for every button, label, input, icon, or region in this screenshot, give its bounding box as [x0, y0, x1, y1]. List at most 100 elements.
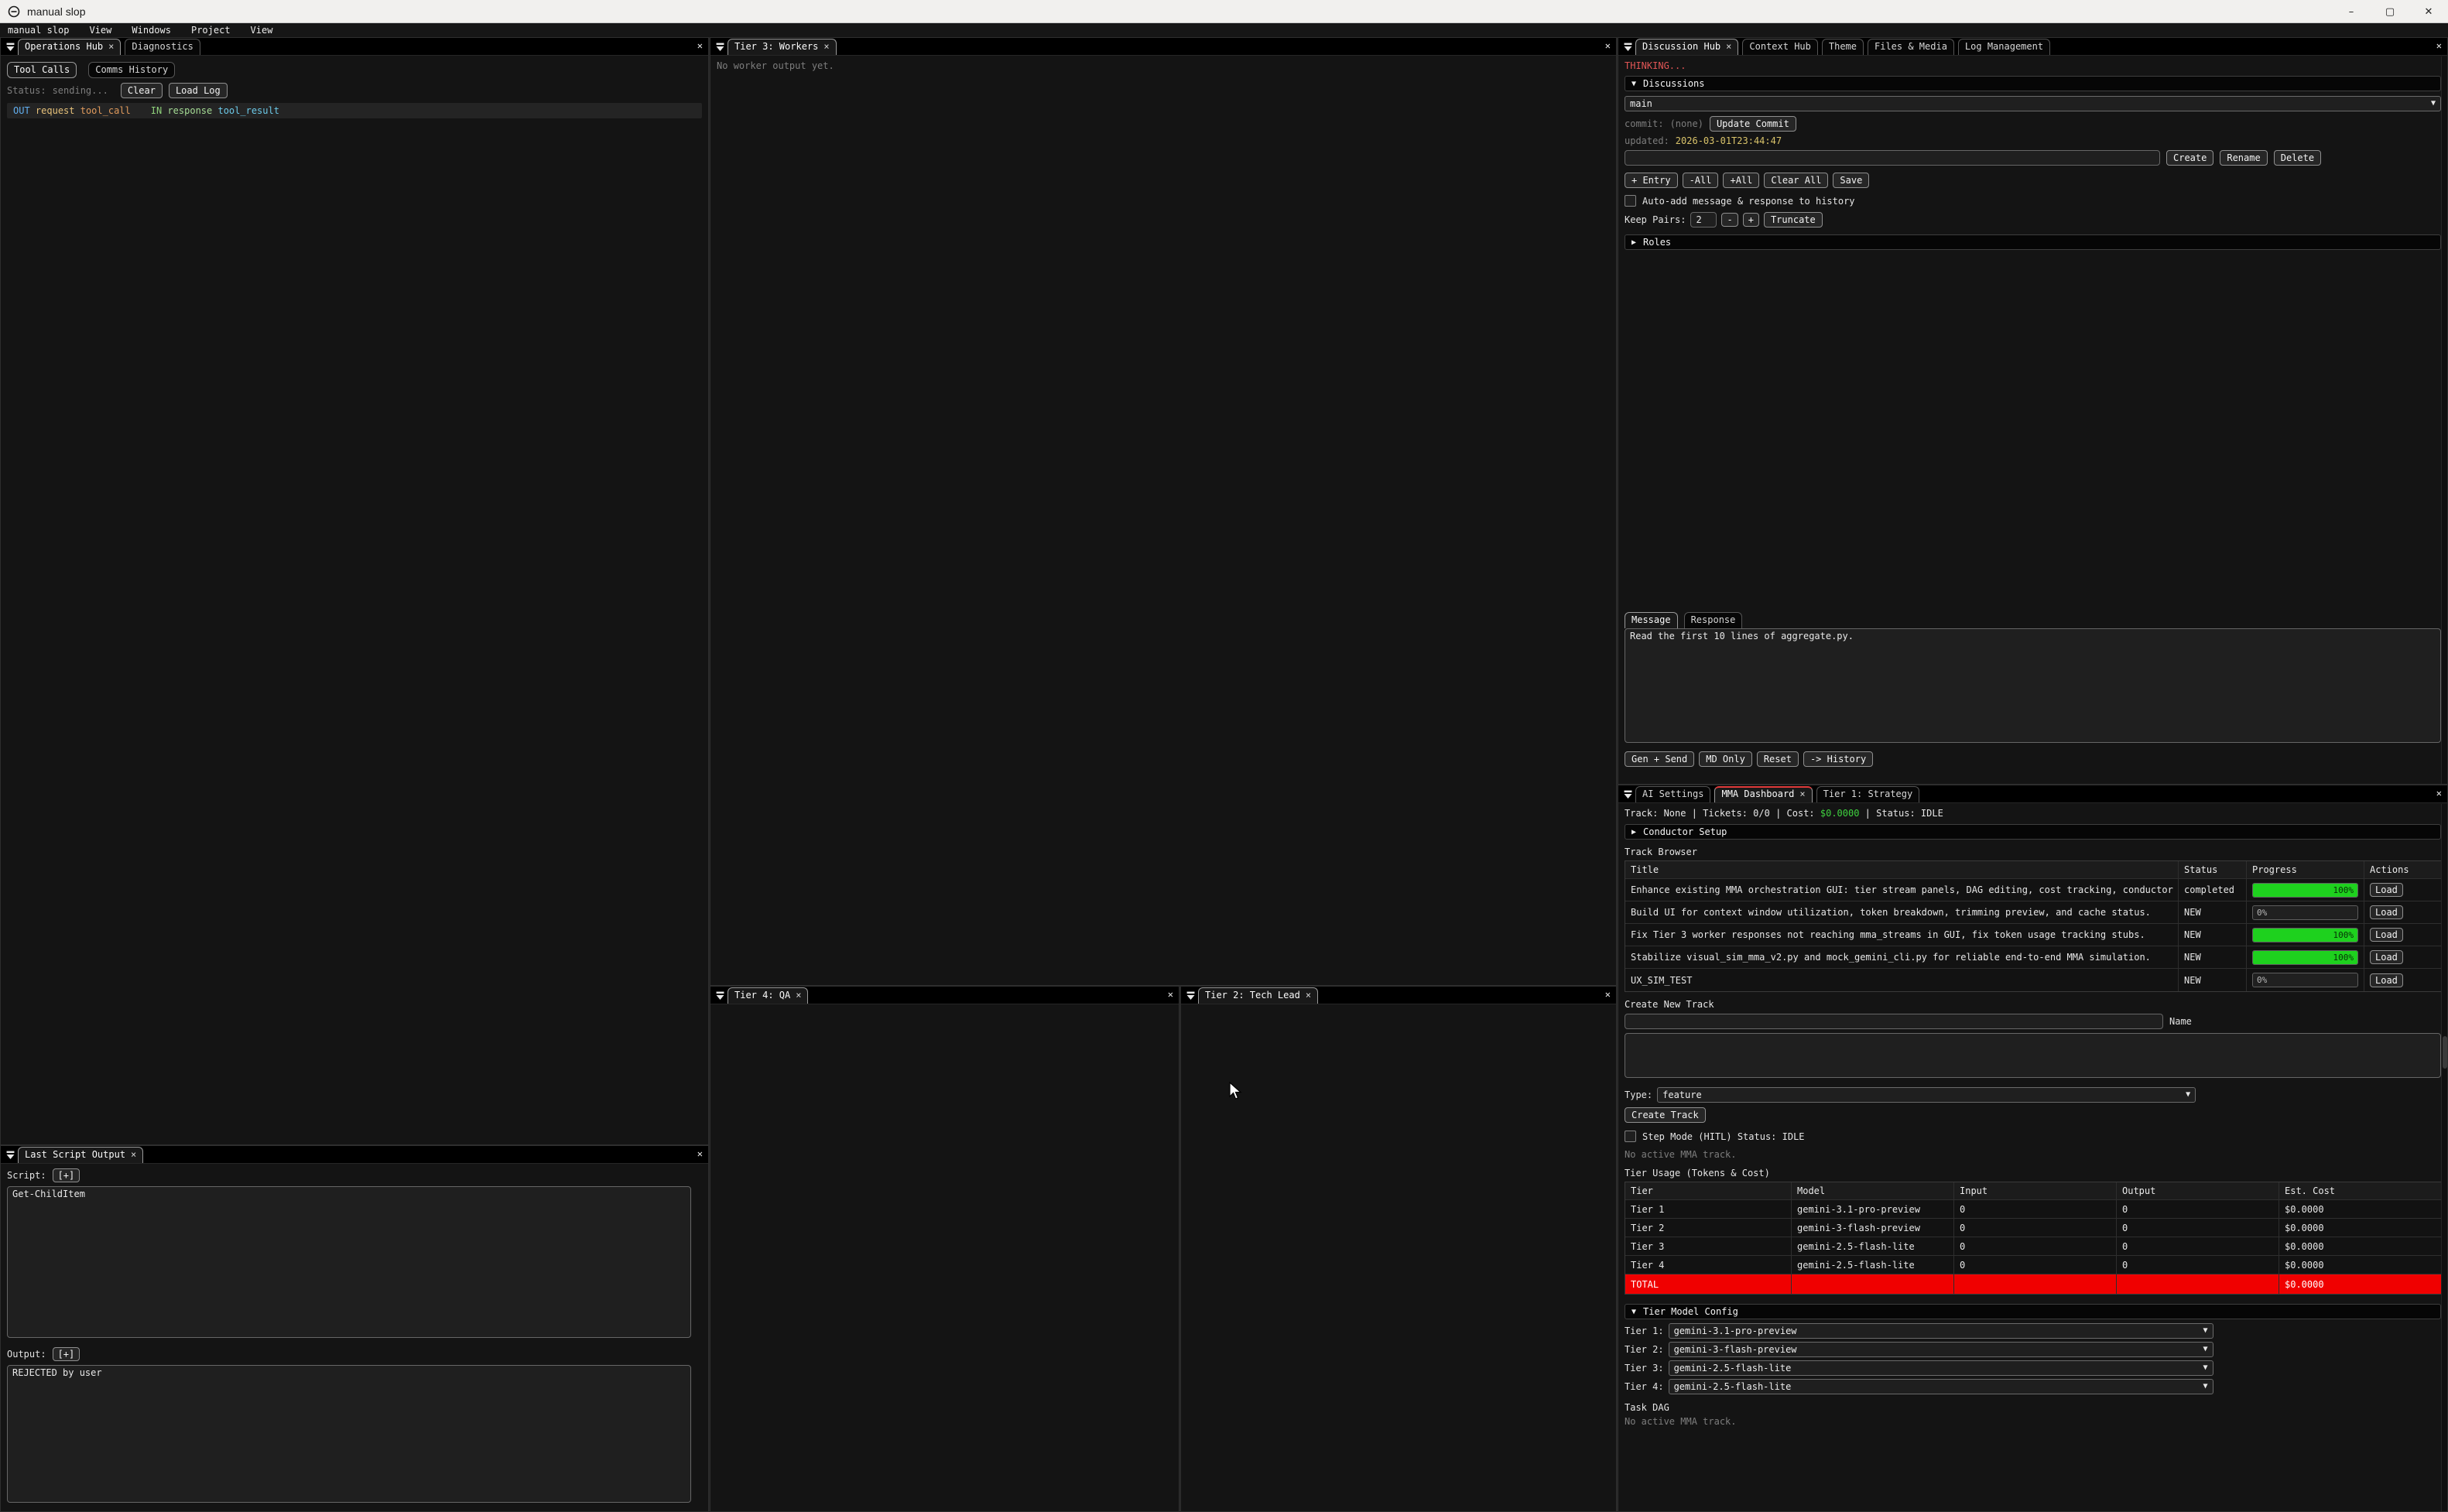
load-track-button[interactable]: Load: [2370, 950, 2403, 964]
load-track-button[interactable]: Load: [2370, 973, 2403, 987]
tab-log-management[interactable]: Log Management: [1958, 39, 2050, 55]
chevron-down-icon: ▼: [2203, 1345, 2208, 1353]
tool-call-log-row[interactable]: OUT request tool_call IN response tool_r…: [7, 103, 702, 118]
tab-comms-history[interactable]: Comms History: [88, 62, 175, 78]
window-menu-icon[interactable]: [2, 39, 18, 55]
window-menu-icon[interactable]: [712, 987, 728, 1004]
menu-item-project[interactable]: Project: [191, 25, 231, 36]
tab-tier4-qa[interactable]: Tier 4: QA ×: [728, 987, 808, 1004]
window-menu-icon[interactable]: [2, 1147, 18, 1163]
delete-button[interactable]: Delete: [2274, 150, 2321, 166]
tab-tier3-workers[interactable]: Tier 3: Workers ×: [728, 39, 837, 55]
minimize-button[interactable]: –: [2332, 0, 2371, 23]
reset-button[interactable]: Reset: [1757, 751, 1799, 767]
tier1-model-dropdown[interactable]: gemini-3.1-pro-preview ▼: [1669, 1323, 2213, 1339]
window-menu-icon[interactable]: [712, 39, 728, 55]
track-name-input[interactable]: [1625, 1014, 2163, 1029]
panel-close-icon[interactable]: ✕: [697, 1148, 703, 1159]
to-history-button[interactable]: -> History: [1803, 751, 1873, 767]
collapse-all-button[interactable]: -All: [1683, 173, 1719, 188]
keep-pairs-increment-button[interactable]: +: [1743, 213, 1759, 227]
truncate-button[interactable]: Truncate: [1764, 212, 1823, 227]
add-entry-button[interactable]: + Entry: [1625, 173, 1678, 188]
tier3-model-dropdown[interactable]: gemini-2.5-flash-lite ▼: [1669, 1360, 2213, 1376]
update-commit-button[interactable]: Update Commit: [1710, 116, 1796, 132]
tab-context-hub[interactable]: Context Hub: [1742, 39, 1817, 55]
create-button[interactable]: Create: [2166, 150, 2213, 166]
panel-close-icon[interactable]: ✕: [697, 40, 703, 51]
tab-close-icon[interactable]: ×: [131, 1148, 136, 1163]
clear-button[interactable]: Clear: [121, 83, 163, 98]
mma-scrollbar[interactable]: [2441, 804, 2447, 1511]
tab-theme[interactable]: Theme: [1822, 39, 1864, 55]
clear-all-button[interactable]: Clear All: [1764, 173, 1828, 188]
tab-diagnostics[interactable]: Diagnostics: [125, 39, 200, 55]
load-log-button[interactable]: Load Log: [169, 83, 228, 98]
tab-close-icon[interactable]: ×: [796, 988, 801, 1004]
scrollbar-thumb[interactable]: [2443, 1036, 2447, 1069]
step-mode-checkbox[interactable]: [1625, 1131, 1636, 1142]
discussion-name-input[interactable]: [1625, 150, 2160, 166]
tier2-tech-lead-panel: Tier 2: Tech Lead × ✕: [1180, 986, 1617, 1512]
close-button[interactable]: ✕: [2409, 0, 2448, 23]
tab-close-icon[interactable]: ×: [1726, 39, 1731, 55]
script-textarea[interactable]: Get-ChildItem: [7, 1186, 691, 1338]
window-menu-icon[interactable]: [1620, 786, 1635, 802]
load-track-button[interactable]: Load: [2370, 905, 2403, 919]
panel-close-icon[interactable]: ✕: [1605, 989, 1611, 1000]
tab-response[interactable]: Response: [1684, 612, 1743, 628]
usage-total-row: TOTAL $0.0000: [1625, 1274, 2442, 1294]
tab-last-script-output[interactable]: Last Script Output ×: [18, 1147, 143, 1163]
output-expand-button[interactable]: [+]: [53, 1347, 80, 1361]
load-track-button[interactable]: Load: [2370, 883, 2403, 897]
menu-item-view[interactable]: View: [89, 25, 111, 36]
discussion-scrollbar[interactable]: [2441, 56, 2447, 784]
menu-item-app[interactable]: manual slop: [8, 25, 69, 36]
output-textarea[interactable]: REJECTED by user: [7, 1365, 691, 1503]
tab-message[interactable]: Message: [1625, 612, 1678, 628]
progress-bar: 100%: [2252, 883, 2358, 898]
menu-item-windows[interactable]: Windows: [132, 25, 171, 36]
md-only-button[interactable]: MD Only: [1699, 751, 1752, 767]
window-menu-icon[interactable]: [1183, 987, 1198, 1004]
discussions-section-header[interactable]: ▼ Discussions: [1625, 76, 2441, 91]
tab-tool-calls[interactable]: Tool Calls: [7, 62, 77, 78]
track-description-textarea[interactable]: [1625, 1033, 2441, 1078]
create-track-button[interactable]: Create Track: [1625, 1107, 1706, 1123]
tab-close-icon[interactable]: ×: [1799, 788, 1805, 802]
panel-close-icon[interactable]: ✕: [2436, 40, 2442, 51]
tab-files-media[interactable]: Files & Media: [1868, 39, 1954, 55]
maximize-button[interactable]: ▢: [2371, 0, 2409, 23]
load-track-button[interactable]: Load: [2370, 928, 2403, 942]
tier4-model-dropdown[interactable]: gemini-2.5-flash-lite ▼: [1669, 1379, 2213, 1394]
gen-send-button[interactable]: Gen + Send: [1625, 751, 1694, 767]
panel-close-icon[interactable]: ✕: [2436, 788, 2442, 799]
tier-model-config-header[interactable]: ▼ Tier Model Config: [1625, 1304, 2441, 1319]
tab-operations-hub[interactable]: Operations Hub ×: [18, 39, 121, 55]
panel-close-icon[interactable]: ✕: [1605, 40, 1611, 51]
tab-tier1-strategy[interactable]: Tier 1: Strategy: [1816, 786, 1920, 802]
expand-all-button[interactable]: +All: [1723, 173, 1759, 188]
window-menu-icon[interactable]: [1620, 39, 1635, 55]
tier2-model-dropdown[interactable]: gemini-3-flash-preview ▼: [1669, 1342, 2213, 1357]
rename-button[interactable]: Rename: [2220, 150, 2267, 166]
keep-pairs-decrement-button[interactable]: -: [1721, 213, 1738, 227]
script-expand-button[interactable]: [+]: [53, 1168, 80, 1182]
tab-mma-dashboard[interactable]: MMA Dashboard ×: [1714, 786, 1812, 802]
tab-tier2-tech-lead[interactable]: Tier 2: Tech Lead ×: [1198, 987, 1318, 1004]
discussion-select[interactable]: main ▼: [1625, 96, 2441, 111]
panel-close-icon[interactable]: ✕: [1168, 989, 1173, 1000]
keep-pairs-value[interactable]: 2: [1690, 212, 1717, 227]
tab-close-icon[interactable]: ×: [108, 39, 114, 55]
tab-ai-settings[interactable]: AI Settings: [1635, 786, 1710, 802]
conductor-setup-header[interactable]: ▶ Conductor Setup: [1625, 824, 2441, 840]
tab-discussion-hub[interactable]: Discussion Hub ×: [1635, 39, 1738, 55]
tab-close-icon[interactable]: ×: [1306, 988, 1311, 1004]
track-type-dropdown[interactable]: feature ▼: [1657, 1087, 2196, 1103]
message-textarea[interactable]: Read the first 10 lines of aggregate.py.: [1625, 628, 2441, 743]
auto-add-checkbox[interactable]: [1625, 195, 1636, 207]
roles-section-header[interactable]: ▶ Roles: [1625, 234, 2441, 250]
menu-item-view-2[interactable]: View: [251, 25, 273, 36]
save-button[interactable]: Save: [1833, 173, 1869, 188]
tab-close-icon[interactable]: ×: [823, 39, 829, 55]
